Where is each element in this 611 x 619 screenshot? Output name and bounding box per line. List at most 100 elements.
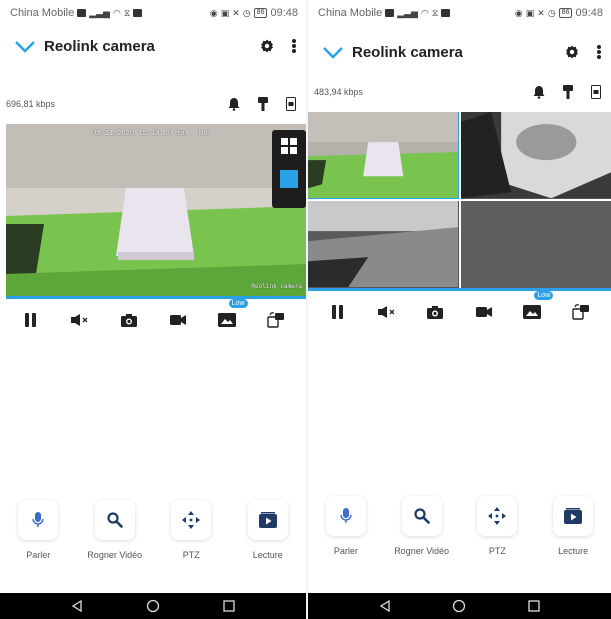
crop-video-button[interactable] [94, 500, 135, 540]
snapshot-button[interactable] [420, 297, 450, 327]
quality-button[interactable]: Low [212, 299, 248, 335]
wifi-icon: ◠ [420, 7, 429, 18]
crop-video-action[interactable]: Rogner Vidéo [386, 496, 458, 556]
sd-card-icon[interactable] [286, 97, 296, 111]
alarm-icon: ◷ [547, 7, 556, 18]
video-timestamp: 05/11/2020 15:40:50 mar. lun [92, 129, 211, 137]
ptz-button[interactable] [171, 500, 212, 540]
status-bar: China Mobile ▂▃▅ ◠ ⧖ ◉ ▣ ✕ ◷ 86 09:48 [308, 0, 611, 26]
alarm-bell-icon[interactable] [533, 85, 545, 99]
floodlight-icon[interactable] [258, 97, 268, 111]
video-controls: Low [0, 299, 306, 340]
bitrate-label: 696,81 kbps [6, 99, 56, 109]
speaker-muted-icon [70, 314, 87, 326]
system-nav-bar [0, 593, 306, 619]
mute-icon: ✕ [232, 7, 240, 18]
playback-button[interactable] [247, 500, 288, 540]
camera-tile-4-empty[interactable] [460, 201, 611, 288]
single-view-icon[interactable] [280, 170, 298, 188]
signal-icon: ▂▃▅ [89, 7, 110, 18]
playback-button[interactable] [553, 496, 594, 536]
talk-action[interactable]: Parler [2, 500, 74, 560]
camera-feed-image [308, 201, 459, 288]
nav-recents-icon[interactable] [528, 600, 540, 612]
hourglass-icon: ⧖ [123, 7, 131, 18]
notification-icon [133, 9, 143, 17]
camera-tile-3[interactable] [308, 201, 459, 288]
quality-button[interactable]: Low [517, 291, 554, 327]
ptz-label: PTZ [488, 546, 506, 556]
fullscreen-button[interactable] [566, 297, 596, 327]
crop-video-button[interactable] [401, 496, 442, 536]
ptz-arrows-icon [488, 507, 507, 525]
microphone-icon [340, 508, 352, 523]
ptz-label: PTZ [182, 550, 200, 560]
fullscreen-button[interactable] [261, 305, 291, 335]
ptz-arrows-icon [182, 511, 201, 529]
video-progress-line [308, 288, 611, 291]
camera-tile-1[interactable] [308, 112, 459, 199]
camera-icon [427, 305, 444, 319]
rotate-screen-icon [266, 312, 284, 328]
nav-home-icon[interactable] [452, 599, 466, 613]
talk-action[interactable]: Parler [310, 496, 382, 556]
sd-card-icon[interactable] [591, 85, 601, 99]
record-button[interactable] [469, 297, 499, 327]
ptz-action[interactable]: PTZ [461, 496, 533, 556]
more-vertical-icon[interactable] [597, 45, 601, 59]
mute-button[interactable] [372, 297, 402, 327]
playback-action[interactable]: Lecture [537, 496, 609, 556]
pause-button[interactable] [16, 305, 46, 335]
camera-feed-image [6, 124, 306, 296]
chevron-down-icon[interactable] [322, 44, 344, 60]
playback-action[interactable]: Lecture [232, 500, 304, 560]
action-bar: Parler Rogner Vidéo PTZ Lecture [308, 496, 611, 556]
nav-back-icon[interactable] [379, 600, 391, 612]
grid-4-icon[interactable] [281, 138, 297, 154]
video-progress-line [6, 296, 306, 299]
nav-back-icon[interactable] [71, 600, 83, 612]
mute-icon: ✕ [537, 7, 545, 18]
low-quality-badge: Low [534, 291, 554, 300]
layout-switcher [272, 130, 306, 208]
camera-feed-image [308, 112, 459, 199]
pause-button[interactable] [323, 297, 353, 327]
video-record-icon [169, 315, 186, 325]
pause-icon [332, 305, 344, 319]
mute-button[interactable] [65, 305, 95, 335]
speaker-muted-icon [377, 306, 395, 318]
record-button[interactable] [163, 305, 193, 335]
playback-label: Lecture [558, 546, 589, 556]
gear-icon[interactable] [260, 39, 274, 53]
microphone-icon [32, 512, 44, 527]
pause-icon [24, 313, 36, 327]
alarm-bell-icon[interactable] [228, 97, 240, 111]
more-vertical-icon[interactable] [292, 39, 296, 53]
talk-button[interactable] [18, 500, 59, 540]
rotate-screen-icon [572, 304, 589, 320]
floodlight-icon[interactable] [563, 85, 573, 99]
snapshot-button[interactable] [114, 305, 144, 335]
gear-icon[interactable] [565, 45, 579, 59]
ptz-button[interactable] [477, 496, 518, 536]
nav-recents-icon[interactable] [222, 600, 235, 612]
image-quality-icon [217, 313, 236, 327]
action-bar: Parler Rogner Vidéo PTZ Lecture [0, 500, 306, 560]
nav-home-icon[interactable] [146, 599, 160, 613]
app-bar: Reolink camera [0, 28, 306, 64]
chevron-down-icon[interactable] [14, 38, 36, 54]
live-video-view[interactable]: 05/11/2020 15:40:50 mar. lun Reolink cam… [6, 124, 306, 296]
ptz-action[interactable]: PTZ [155, 500, 227, 560]
talk-button[interactable] [325, 496, 366, 536]
search-icon [107, 512, 123, 528]
hd-icon [77, 9, 87, 17]
playback-icon [564, 508, 583, 524]
video-controls: Low [308, 291, 611, 332]
page-title: Reolink camera [352, 43, 463, 61]
crop-video-action[interactable]: Rogner Vidéo [79, 500, 151, 560]
app-bar: Reolink camera [308, 34, 611, 70]
camera-osd-label: Reolink camera [251, 283, 302, 290]
playback-icon [258, 512, 277, 528]
camera-tile-2[interactable] [460, 112, 611, 199]
alarm-icon: ◷ [242, 7, 251, 18]
